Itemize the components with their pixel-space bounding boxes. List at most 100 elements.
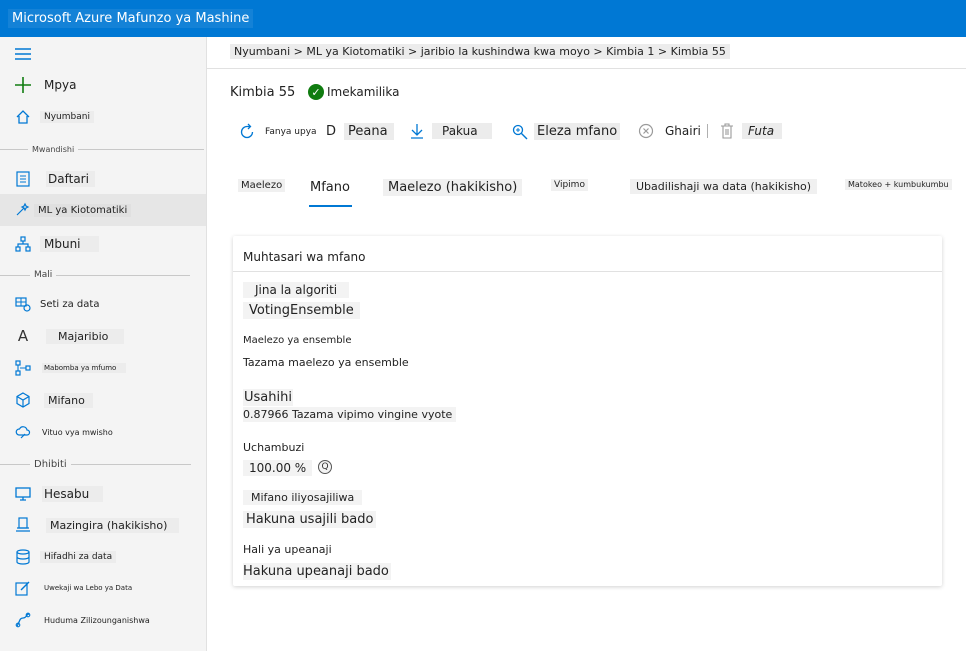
explain-model-button[interactable]: Eleza mfano [512,123,621,140]
accuracy-value[interactable]: 0.87966 Tazama vipimo vingine vyote [243,407,457,422]
sidebar-item-label: Seti za data [40,298,100,310]
delete-button[interactable]: Futa [720,123,783,139]
sidebar-item-pipelines[interactable]: Mabomba ya mfumo [0,357,206,379]
sidebar-item-label: Hifadhi za data [40,551,117,563]
home-icon [14,108,32,126]
refresh-icon [238,123,256,141]
tab-outputs-logs[interactable]: Matokeo + kumbukumbu [845,179,952,190]
section-label: Mwandishi [28,144,79,154]
sidebar-item-label: Nyumbani [40,111,94,123]
tab-metrics[interactable]: Vipimo [551,179,588,191]
cancel-circle-icon [638,123,654,139]
sidebar-item-label: Hesabu [42,486,104,502]
check-circle-icon: ✓ [308,84,324,100]
page-title: Kimbia 55 [230,85,296,100]
sidebar-item-automl[interactable]: ML ya Kiotomatiki [0,194,206,226]
section-label: Mali [30,270,57,280]
registered-models-value: Hakuna usajili bado [243,511,377,528]
sidebar-item-label: Mazingira (hakikisho) [46,517,180,533]
dataset-icon [14,295,32,313]
refresh-button[interactable]: Fanya upya [238,123,320,141]
sidebar-item-label: Mabomba ya mfumo [42,363,127,373]
pipeline-icon [14,359,32,377]
deploy-status-value: Hakuna upeanaji bado [243,563,391,580]
sidebar-item-designer[interactable]: Mbuni [0,233,206,255]
download-button[interactable]: Pakua [410,123,492,139]
ensemble-label: Maelezo ya ensemble [243,335,352,346]
experiment-icon: A [17,327,29,345]
sidebar-item-experiments[interactable]: A Majaribio [0,325,206,347]
sidebar-item-label: Mbuni [40,236,99,252]
cube-icon [14,391,32,409]
sidebar-item-labeling[interactable]: Uwekaji wa Lebo ya Data [0,577,206,599]
sidebar-item-label: Mpya [44,78,77,92]
ensemble-details-link[interactable]: Tazama maelezo ya ensemble [243,356,409,369]
section-manage: Dhibiti [0,458,206,470]
tab-model[interactable]: Mfano [307,179,353,196]
status-badge: ✓ Imekamilika [308,84,400,100]
sidebar-item-label: Daftari [46,171,95,187]
sidebar-item-label: Majaribio [46,328,125,344]
sidebar-item-datasets[interactable]: Seti za data [0,293,206,315]
sidebar-item-compute[interactable]: Hesabu [0,483,206,505]
section-label: Dhibiti [30,458,71,470]
sidebar-item-label: Vituo vya mwisho [42,427,113,437]
sidebar-item-label: Huduma Zilizounganishwa [44,615,150,625]
toolbar-label: Peana [344,123,394,140]
toolbar-label: Eleza mfano [534,123,621,140]
designer-icon [14,235,32,253]
cancel-button[interactable]: Ghairi [638,123,708,139]
breadcrumb[interactable]: Nyumbani > ML ya Kiotomatiki > jaribio l… [230,44,730,59]
notebook-icon [14,170,32,188]
database-icon [14,548,32,566]
toolbar-label: Ghairi [665,124,701,138]
deploy-button[interactable]: D Peana [326,123,394,140]
automl-icon [14,201,32,219]
status-text: Imekamilika [327,85,400,99]
sidebar-item-label: Uwekaji wa Lebo ya Data [44,584,133,592]
search-icon [512,124,528,140]
sampling-label: Uchambuzi [243,441,305,454]
divider [207,68,966,69]
sidebar-item-label: Mifano [44,392,93,408]
endpoint-icon [14,423,32,441]
tab-explanations[interactable]: Maelezo (hakikisho) [383,179,523,196]
sidebar-item-linked-services[interactable]: Huduma Zilizounganishwa [0,609,206,631]
edit-icon [14,579,32,597]
section-author: Mwandishi [0,143,206,155]
accuracy-label: Usahihi [243,389,293,406]
toolbar-label: Futa [742,123,783,139]
sampling-value: 100.00 % [243,460,313,476]
info-icon[interactable]: Q [318,460,332,474]
download-icon [410,123,424,139]
hamburger-menu-button[interactable] [0,43,206,65]
sidebar-item-new[interactable]: Mpya [0,74,206,96]
sidebar-item-endpoints[interactable]: Vituo vya mwisho [0,421,206,443]
active-tab-indicator [309,205,352,207]
link-icon [14,611,32,629]
trash-icon [720,123,734,139]
section-assets: Mali [0,269,206,281]
sidebar-item-environments[interactable]: Mazingira (hakikisho) [0,514,206,536]
algorithm-label: Jina la algoriti [243,282,350,298]
environment-icon [14,516,32,534]
tab-data-transformation[interactable]: Ubadilishaji wa data (hakikisho) [630,179,818,194]
top-bar: Microsoft Azure Mafunzo ya Mashine [0,0,966,37]
algorithm-value: VotingEnsemble [243,302,360,319]
toolbar-separator [706,124,708,138]
sidebar-item-home[interactable]: Nyumbani [0,106,206,128]
sidebar-item-models[interactable]: Mifano [0,389,206,411]
plus-icon [14,76,32,94]
hamburger-icon [14,45,32,63]
registered-models-label: Mifano iliyosajiliwa [243,490,363,505]
tab-details[interactable]: Maelezo [238,179,286,192]
card-title: Muhtasari wa mfano [243,250,366,264]
toolbar-label: Pakua [432,123,492,139]
deploy-icon: D [326,124,337,139]
sidebar-item-notebooks[interactable]: Daftari [0,168,206,190]
toolbar-label: Fanya upya [265,127,317,137]
app-title[interactable]: Microsoft Azure Mafunzo ya Mashine [8,9,254,28]
sidebar-item-datastores[interactable]: Hifadhi za data [0,546,206,568]
card-header: Muhtasari wa mfano [233,236,942,272]
sidebar: Mpya Nyumbani Mwandishi Daftari ML ya Ki… [0,37,207,651]
